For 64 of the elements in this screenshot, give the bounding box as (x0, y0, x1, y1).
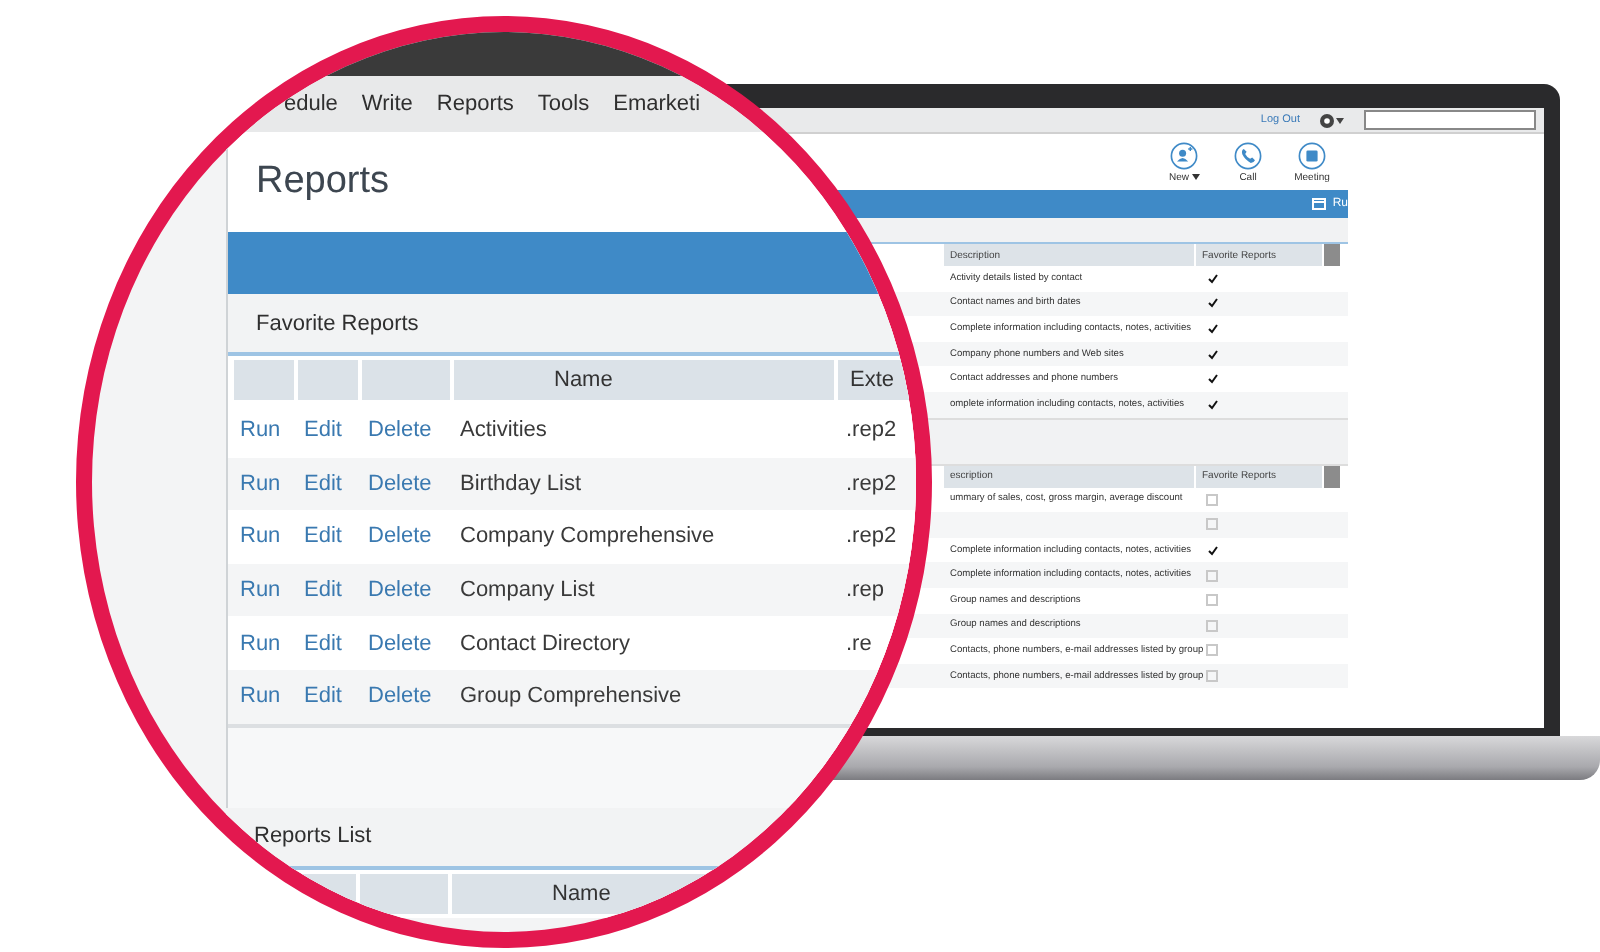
help-button[interactable] (1320, 113, 1344, 127)
column-header: Name (454, 360, 834, 400)
menu-item[interactable]: Reports (436, 92, 514, 116)
caret-icon (1336, 117, 1344, 123)
action-link[interactable]: Run (234, 578, 281, 603)
phone-icon (1234, 141, 1262, 169)
checkmark-icon (1207, 273, 1217, 284)
checkmark-icon (1207, 399, 1217, 410)
action-link[interactable]: Edit (298, 684, 342, 709)
checkmark-icon (1207, 349, 1217, 360)
checkbox[interactable] (1206, 544, 1218, 557)
search-field[interactable] (1364, 110, 1536, 130)
action-link[interactable]: Run (234, 418, 281, 443)
column-header (298, 360, 358, 400)
action-link[interactable]: Edit (298, 524, 342, 549)
checkmark-icon (1207, 323, 1217, 334)
section-title: Reports List (254, 824, 372, 849)
checkmark-icon (1207, 374, 1217, 385)
table-cell: .rep2 (846, 418, 897, 443)
table-cell: Company Comprehensive (460, 524, 715, 549)
add-person-icon (1170, 141, 1198, 169)
scrollbar (1324, 244, 1340, 266)
action-link[interactable]: Edit (298, 578, 342, 603)
table-cell: .rep2 (846, 524, 897, 549)
checkbox[interactable] (1206, 398, 1218, 411)
checkmark-icon (1207, 298, 1217, 309)
menu-item[interactable]: Tools (537, 92, 590, 116)
checkmark-icon (1207, 545, 1217, 556)
action-link[interactable]: Delete (362, 631, 432, 656)
action-link[interactable]: Run (234, 471, 281, 496)
action-link[interactable]: Edit (298, 631, 342, 656)
menu-item[interactable]: edule (284, 92, 338, 116)
action-link[interactable]: Delete (362, 684, 432, 709)
action-link[interactable]: Delete (362, 524, 432, 549)
page-title: Reports (254, 158, 392, 206)
checkbox[interactable] (1206, 272, 1218, 285)
table-cell: Birthday List (460, 471, 582, 496)
action-link[interactable]: Delete (362, 418, 432, 443)
action-link[interactable]: Edit (298, 471, 342, 496)
menu-item[interactable]: Emarketi (613, 92, 701, 116)
table-cell: Contact Directory (460, 631, 630, 656)
column-header (360, 873, 448, 914)
table-cell: .rep (846, 578, 884, 603)
table-cell: Activities (460, 418, 547, 443)
action-link[interactable]: Run (234, 524, 281, 549)
table-cell: Company List (460, 578, 595, 603)
table-cell: .rep2 (846, 471, 897, 496)
action-link[interactable]: Delete (362, 471, 432, 496)
section-title: Favorite Reports (256, 311, 419, 335)
checkbox[interactable] (1206, 373, 1218, 386)
action-link[interactable]: Edit (298, 418, 342, 443)
caret-icon (1191, 174, 1199, 180)
table-cell: Group Comprehensive (460, 684, 682, 709)
scrollbar (1324, 465, 1340, 488)
column-header (234, 360, 294, 400)
menu-item[interactable]: Write (361, 92, 413, 116)
checkbox[interactable] (1206, 322, 1218, 335)
action-link[interactable]: Run (234, 631, 281, 656)
checkbox[interactable] (1206, 348, 1218, 361)
action-link[interactable]: Run (234, 684, 281, 709)
column-header (362, 360, 450, 400)
action-link[interactable]: Delete (362, 578, 432, 603)
checkbox[interactable] (1206, 297, 1218, 310)
table-cell: .re (846, 631, 872, 656)
